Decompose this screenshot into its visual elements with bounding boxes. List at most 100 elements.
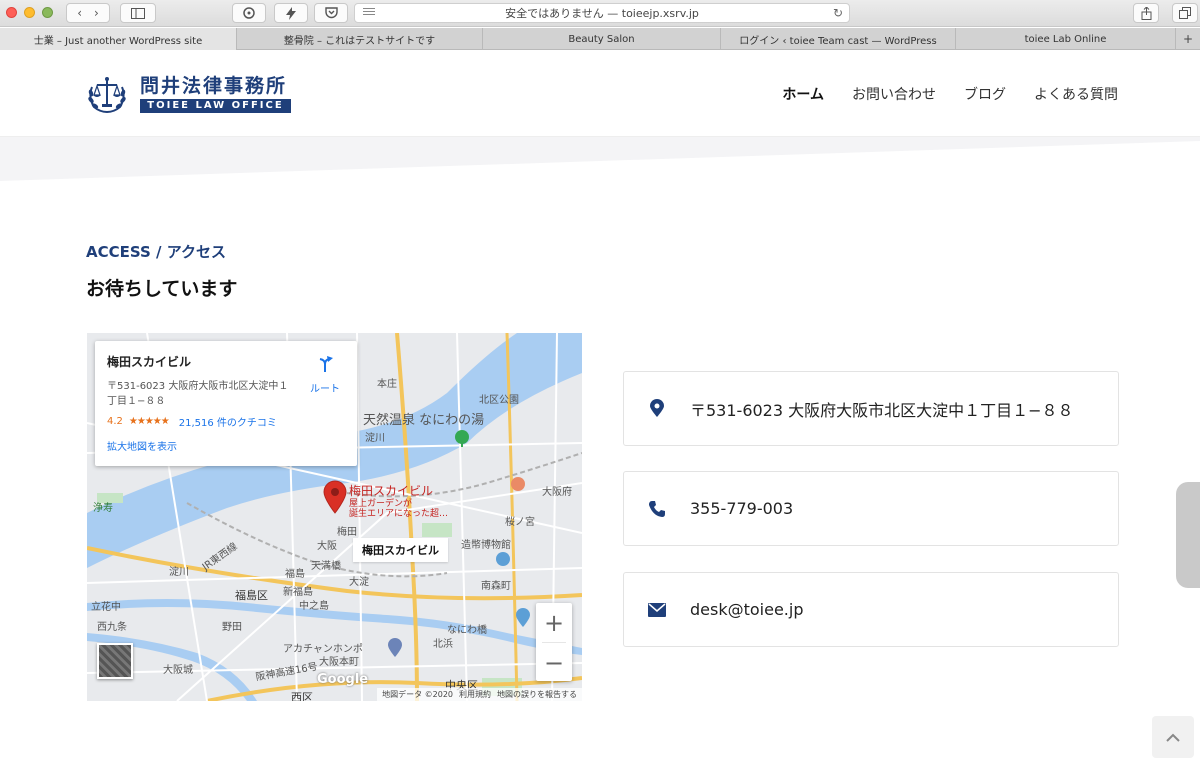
address-bar[interactable]: 安全ではありません — toieejp.xsrv.jp ↻ xyxy=(354,3,850,23)
map-label: 大阪府 xyxy=(542,487,572,498)
main-nav: ホーム お問い合わせ ブログ よくある質問 xyxy=(782,84,1118,104)
marker-tooltip: 梅田スカイビル xyxy=(353,538,448,562)
museum-icon xyxy=(496,552,510,566)
map-label: 福島 xyxy=(285,569,305,580)
contact-phone-card: 355-779-003 xyxy=(623,471,1119,546)
place-rating: 4.2 ★★★★★ 21,516 件のクチコミ xyxy=(107,414,345,429)
map-label: 浄寿 xyxy=(93,503,113,514)
tab-title: 整骨院 – これはテストサイトです xyxy=(283,35,436,47)
marker-sublabel: 誕生エリアになった超… xyxy=(349,509,449,519)
attraction-marker-icon xyxy=(516,608,530,627)
map-label: 大阪本町 xyxy=(319,657,359,668)
tab-title: 士業 – Just another WordPress site xyxy=(33,35,203,47)
sidebar-button[interactable] xyxy=(120,3,156,23)
route-label: ルート xyxy=(310,384,340,395)
shop-marker-icon xyxy=(388,638,402,657)
zoom-out-button[interactable]: − xyxy=(536,643,572,682)
contact-email-card: desk@toiee.jp xyxy=(623,572,1119,647)
zoom-controls: + − xyxy=(536,603,572,681)
reviews-link[interactable]: 21,516 件のクチコミ xyxy=(179,414,277,429)
scrollbar-handle[interactable] xyxy=(1176,482,1200,588)
zoom-window-button[interactable] xyxy=(42,7,53,18)
terms-link[interactable]: 利用規約 xyxy=(459,689,491,700)
map-label: なにわ橋 xyxy=(447,625,487,636)
map-data-credit: 地図データ ©2020 xyxy=(382,690,453,699)
back-to-top-button[interactable] xyxy=(1152,716,1194,758)
back-icon[interactable]: ‹ xyxy=(77,6,82,20)
header-slant-decoration xyxy=(0,137,1200,181)
tab-4[interactable]: toiee Lab Online xyxy=(956,28,1176,50)
tab-2[interactable]: Beauty Salon xyxy=(483,28,721,50)
larger-map-link[interactable]: 拡大地図を表示 xyxy=(107,438,345,453)
tab-title: Beauty Salon xyxy=(568,33,635,45)
forward-icon[interactable]: › xyxy=(94,6,99,20)
lightning-icon xyxy=(286,6,296,20)
map-label: 南森町 xyxy=(481,581,511,592)
map-label: 天満橋 xyxy=(311,561,341,572)
map-marker-icon[interactable] xyxy=(323,480,347,514)
reload-icon[interactable]: ↻ xyxy=(833,6,843,20)
zoom-in-button[interactable]: + xyxy=(536,603,572,642)
chevron-up-icon xyxy=(1166,733,1180,742)
password-button[interactable] xyxy=(232,3,266,23)
tab-1[interactable]: 整骨院 – これはテストサイトです xyxy=(237,28,483,50)
map-label: 大淀 xyxy=(349,577,369,588)
map-label: 福島区 xyxy=(235,589,268,602)
logo-japanese: 問井法律事務所 xyxy=(140,75,288,97)
nav-blog[interactable]: ブログ xyxy=(964,84,1006,104)
phone-icon xyxy=(649,500,665,517)
reader-icon[interactable] xyxy=(363,8,375,18)
tab-title: ログイン ‹ toiee Team cast — WordPress xyxy=(739,35,937,47)
rating-value: 4.2 xyxy=(107,416,123,427)
google-logo: Google xyxy=(317,672,369,687)
extension-button[interactable] xyxy=(274,3,308,23)
new-tab-button[interactable]: + xyxy=(1176,28,1200,49)
report-error-link[interactable]: 地図の誤りを報告する xyxy=(497,689,577,700)
place-info-card: 梅田スカイビル 〒531-6023 大阪府大阪市北区大淀中１丁目１−８８ 4.2… xyxy=(95,341,357,466)
tab-0[interactable]: 士業 – Just another WordPress site xyxy=(0,28,237,50)
contact-email[interactable]: desk@toiee.jp xyxy=(690,600,803,619)
map-attribution: 地図データ ©2020 利用規約 地図の誤りを報告する xyxy=(377,688,582,701)
pocket-button[interactable] xyxy=(314,3,348,23)
contact-address-card: 〒531-6023 大阪府大阪市北区大淀中１丁目１−８８ xyxy=(623,371,1119,446)
location-pin-icon xyxy=(650,399,664,417)
map-label: 西九条 xyxy=(97,622,127,633)
close-window-button[interactable] xyxy=(6,7,17,18)
nav-contact[interactable]: お問い合わせ xyxy=(852,84,936,104)
map-label: 新福島 xyxy=(283,587,313,598)
share-icon xyxy=(1141,6,1151,20)
site-header: 問井法律事務所 TOIEE LAW OFFICE ホーム お問い合わせ ブログ … xyxy=(0,51,1200,137)
key-icon xyxy=(243,7,255,19)
logo-english: TOIEE LAW OFFICE xyxy=(140,99,291,113)
restaurant-icon xyxy=(511,477,525,491)
route-button[interactable]: ルート xyxy=(307,355,343,395)
map-label: 淀川 xyxy=(169,567,189,578)
map-label: 西区 xyxy=(291,691,313,701)
map-label: 造幣博物館 xyxy=(461,540,511,551)
tabs-overview-button[interactable] xyxy=(1172,3,1198,23)
tab-3[interactable]: ログイン ‹ toiee Team cast — WordPress xyxy=(721,28,956,50)
nav-home[interactable]: ホーム xyxy=(782,84,824,104)
map-label: 淀川 xyxy=(365,433,385,444)
contact-address: 〒531-6023 大阪府大阪市北区大淀中１丁目１−８８ xyxy=(690,400,1074,420)
contact-phone[interactable]: 355-779-003 xyxy=(690,499,793,518)
minimize-window-button[interactable] xyxy=(24,7,35,18)
address-text: 安全ではありません — toieejp.xsrv.jp xyxy=(505,7,699,20)
map-label: 北浜 xyxy=(433,639,453,650)
rating-stars-icon: ★★★★★ xyxy=(128,416,170,427)
envelope-icon xyxy=(648,602,666,617)
map-label: 大阪 xyxy=(317,541,337,552)
google-map[interactable]: 本庄 天然温泉 なにわの湯 北区公園 淀川 大阪府 桜ノ宮 造幣博物館 梅田 大… xyxy=(87,333,582,701)
satellite-toggle[interactable] xyxy=(97,643,133,679)
map-label: 天然温泉 なにわの湯 xyxy=(363,413,485,428)
section-label: ACCESS / アクセス xyxy=(86,243,226,261)
map-label: 大阪城 xyxy=(163,665,193,676)
back-forward-buttons[interactable]: ‹ › xyxy=(66,3,110,23)
directions-icon xyxy=(319,356,333,372)
site-logo[interactable]: 問井法律事務所 TOIEE LAW OFFICE xyxy=(86,75,291,113)
share-button[interactable] xyxy=(1133,3,1159,23)
map-label: 北区公園 xyxy=(479,395,519,406)
map-label: 立花中 xyxy=(91,602,121,613)
nav-faq[interactable]: よくある質問 xyxy=(1034,84,1118,104)
browser-toolbar: ‹ › 安全ではありません — toieejp.xsrv.jp ↻ xyxy=(0,0,1200,27)
